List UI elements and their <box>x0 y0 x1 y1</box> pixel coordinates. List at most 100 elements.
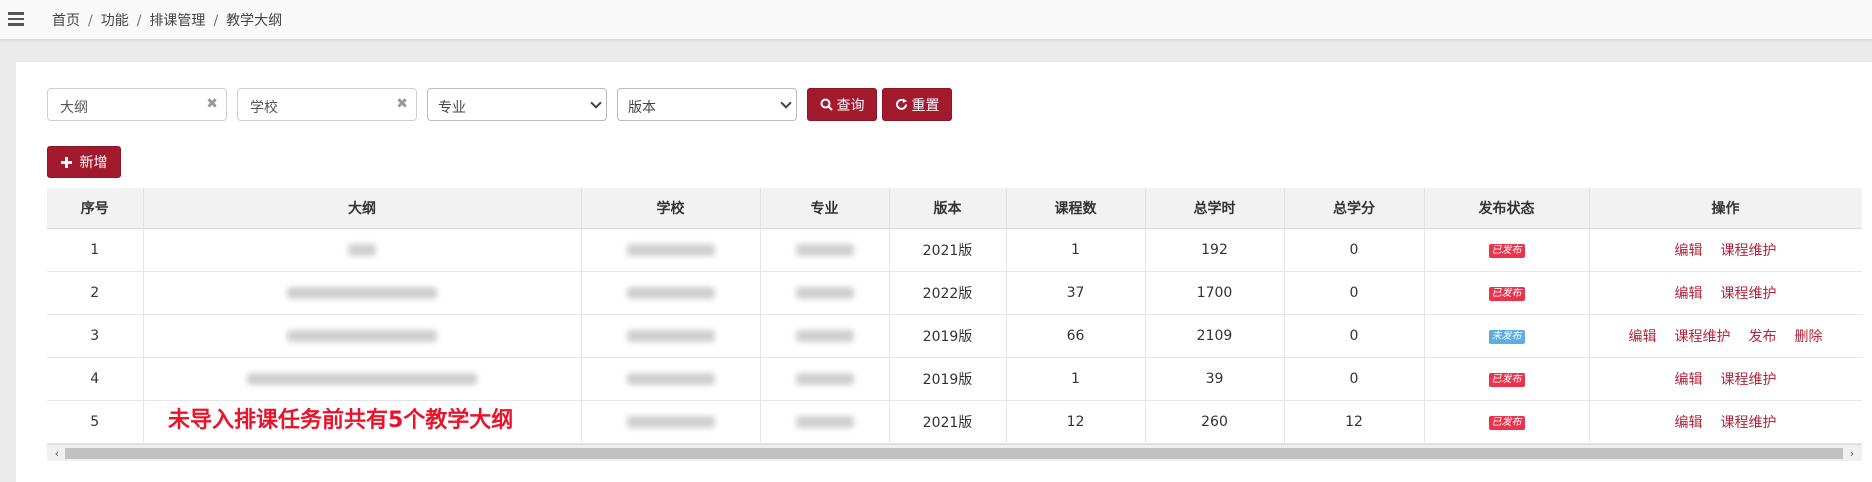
cell-hours: 192 <box>1145 228 1285 272</box>
delete-link[interactable]: 删除 <box>1795 329 1823 345</box>
cell-seq: 1 <box>47 228 144 272</box>
version-select-value: 版本 <box>628 100 656 116</box>
cell-status: 未发布 <box>1424 314 1590 358</box>
clear-outline-icon[interactable]: ✖ <box>206 96 218 112</box>
table-header-row: 序号 大纲 学校 专业 版本 课程数 总学时 总学分 发布状态 操作 <box>47 188 1862 229</box>
edit-link[interactable]: 编辑 <box>1675 415 1703 431</box>
add-button[interactable]: 新增 <box>47 146 121 178</box>
breadcrumb-function[interactable]: 功能 <box>101 13 129 29</box>
header-version: 版本 <box>889 188 1007 229</box>
cell-version: 2021版 <box>889 228 1007 272</box>
cell-credits: 0 <box>1284 228 1425 272</box>
cell-major-redacted <box>760 271 890 315</box>
breadcrumb-scheduling[interactable]: 排课管理 <box>149 13 205 29</box>
cell-actions: 编辑 课程维护 <box>1589 271 1862 315</box>
course-maintenance-link[interactable]: 课程维护 <box>1721 286 1777 302</box>
table-row: 3 2019版 66 2109 0 未发布 编辑 课程维护 发布 删除 <box>47 314 1862 358</box>
edit-link[interactable]: 编辑 <box>1675 243 1703 259</box>
major-select[interactable]: 专业 <box>427 88 607 121</box>
clear-school-icon[interactable]: ✖ <box>396 96 408 112</box>
header-seq: 序号 <box>47 188 144 229</box>
cell-credits: 0 <box>1284 357 1425 401</box>
cell-courses: 1 <box>1006 357 1146 401</box>
cell-credits: 12 <box>1284 400 1425 444</box>
cell-school-redacted <box>581 228 761 272</box>
cell-outline-redacted <box>143 357 582 401</box>
add-button-label: 新增 <box>79 155 108 171</box>
cell-actions: 编辑 课程维护 <box>1589 228 1862 272</box>
cell-hours: 260 <box>1145 400 1285 444</box>
cell-status: 已发布 <box>1424 271 1590 315</box>
reset-button-label: 重置 <box>911 97 940 114</box>
cell-outline-redacted <box>143 228 582 272</box>
chevron-down-icon <box>590 97 602 109</box>
scroll-right-arrow-icon[interactable]: › <box>1844 447 1860 460</box>
version-select[interactable]: 版本 <box>617 88 797 121</box>
course-maintenance-link[interactable]: 课程维护 <box>1721 243 1777 259</box>
school-search-input[interactable]: 学校 ✖ <box>237 88 417 121</box>
course-maintenance-link[interactable]: 课程维护 <box>1675 329 1731 345</box>
status-badge: 已发布 <box>1488 244 1525 258</box>
cell-hours: 39 <box>1145 357 1285 401</box>
status-badge: 已发布 <box>1488 416 1525 430</box>
reset-button[interactable]: 重置 <box>882 88 952 121</box>
cell-seq: 4 <box>47 357 144 401</box>
outline-search-input[interactable]: 大纲 ✖ <box>47 88 227 121</box>
cell-major-redacted <box>760 400 890 444</box>
search-button[interactable]: 查询 <box>807 88 877 121</box>
search-icon <box>820 98 833 111</box>
cell-school-redacted <box>581 357 761 401</box>
cell-school-redacted <box>581 400 761 444</box>
cell-version: 2021版 <box>889 400 1007 444</box>
refresh-icon <box>895 98 907 110</box>
hamburger-menu-icon[interactable] <box>6 10 26 28</box>
cell-courses: 37 <box>1006 271 1146 315</box>
publish-link[interactable]: 发布 <box>1749 329 1777 345</box>
cell-status: 已发布 <box>1424 400 1590 444</box>
cell-actions: 编辑 课程维护 <box>1589 400 1862 444</box>
cell-major-redacted <box>760 228 890 272</box>
chevron-down-icon <box>780 97 792 109</box>
status-badge: 已发布 <box>1488 373 1525 387</box>
cell-credits: 0 <box>1284 314 1425 358</box>
header-actions: 操作 <box>1589 188 1862 229</box>
cell-seq: 2 <box>47 271 144 315</box>
cell-credits: 0 <box>1284 271 1425 315</box>
cell-seq: 5 <box>47 400 144 444</box>
edit-link[interactable]: 编辑 <box>1675 286 1703 302</box>
table-row: 1 2021版 1 192 0 已发布 编辑 课程维护 <box>47 228 1862 272</box>
status-badge: 已发布 <box>1488 287 1525 301</box>
cell-hours: 1700 <box>1145 271 1285 315</box>
cell-courses: 1 <box>1006 228 1146 272</box>
cell-status: 已发布 <box>1424 228 1590 272</box>
outline-input-placeholder: 大纲 <box>60 100 88 116</box>
header-school: 学校 <box>581 188 761 229</box>
table-row: 4 2019版 1 39 0 已发布 编辑 课程维护 <box>47 357 1862 401</box>
cell-version: 2019版 <box>889 357 1007 401</box>
top-bar: 首页 / 功能 / 排课管理 / 教学大纲 <box>0 0 1872 40</box>
cell-major-redacted <box>760 357 890 401</box>
breadcrumb-home[interactable]: 首页 <box>52 13 80 29</box>
cell-outline-redacted <box>143 271 582 315</box>
edit-link[interactable]: 编辑 <box>1675 372 1703 388</box>
status-badge: 未发布 <box>1488 330 1525 344</box>
cell-courses: 66 <box>1006 314 1146 358</box>
breadcrumb-current: 教学大纲 <box>226 13 283 29</box>
course-maintenance-link[interactable]: 课程维护 <box>1721 415 1777 431</box>
scrollbar-thumb[interactable] <box>65 448 1843 459</box>
annotation-caption: 未导入排课任务前共有5个教学大纲 <box>168 408 514 433</box>
cell-outline-redacted <box>143 314 582 358</box>
plus-icon <box>60 156 72 168</box>
cell-hours: 2109 <box>1145 314 1285 358</box>
course-maintenance-link[interactable]: 课程维护 <box>1721 372 1777 388</box>
cell-actions: 编辑 课程维护 <box>1589 357 1862 401</box>
cell-status: 已发布 <box>1424 357 1590 401</box>
horizontal-scrollbar[interactable]: ‹ › <box>47 444 1862 461</box>
scroll-left-arrow-icon[interactable]: ‹ <box>49 447 65 460</box>
cell-actions: 编辑 课程维护 发布 删除 <box>1589 314 1862 358</box>
cell-version: 2022版 <box>889 271 1007 315</box>
edit-link[interactable]: 编辑 <box>1629 329 1657 345</box>
cell-seq: 3 <box>47 314 144 358</box>
header-major: 专业 <box>760 188 890 229</box>
header-hours: 总学时 <box>1145 188 1285 229</box>
